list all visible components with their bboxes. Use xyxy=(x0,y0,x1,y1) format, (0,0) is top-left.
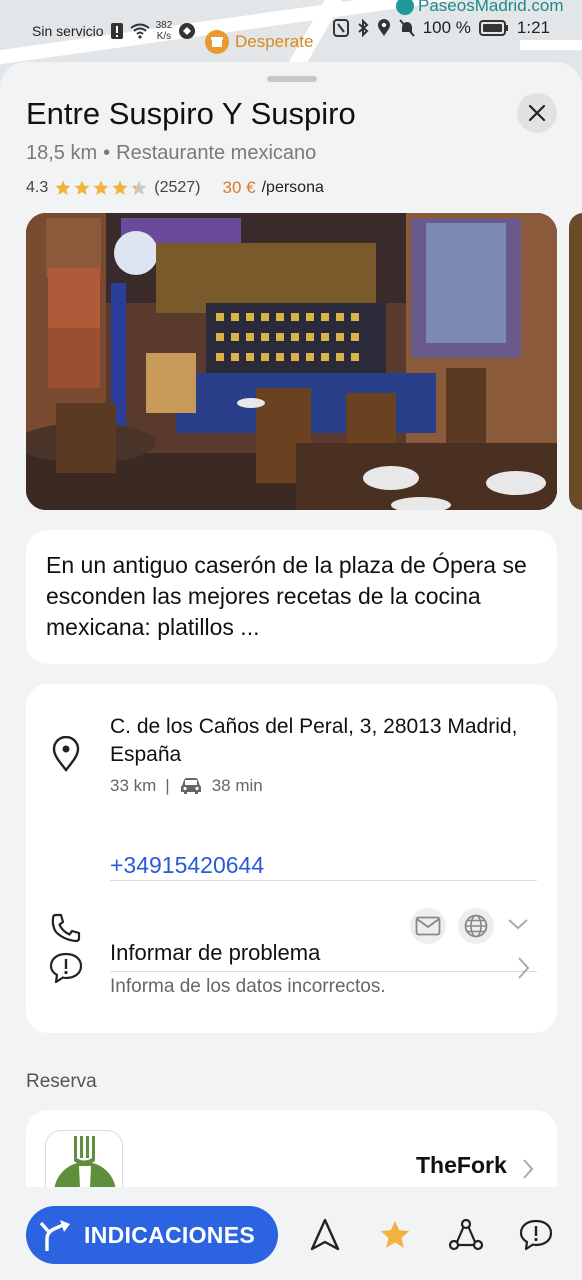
star-full-icon xyxy=(74,180,90,195)
sheet-drag-handle[interactable] xyxy=(267,76,317,82)
globe-icon xyxy=(464,914,488,938)
favorite-button[interactable] xyxy=(377,1217,413,1253)
route-icon xyxy=(448,1218,484,1251)
close-button[interactable] xyxy=(517,93,557,133)
sync-icon xyxy=(179,23,196,39)
description-text: En un antiguo caserón de la plaza de Ópe… xyxy=(46,552,527,640)
network-speed: 382 K/s xyxy=(155,20,173,42)
bluetooth-icon xyxy=(358,19,369,37)
mute-icon xyxy=(398,19,415,37)
star-full-icon xyxy=(93,180,109,195)
rating-row[interactable]: 4.3 (2527) 30 € /persona xyxy=(26,178,324,198)
place-category: Restaurante mexicano xyxy=(116,142,317,164)
chevron-right-icon xyxy=(522,1158,534,1185)
feedback-button[interactable] xyxy=(518,1217,554,1253)
address-distance: 33 km xyxy=(110,776,157,795)
mail-icon xyxy=(415,916,441,936)
place-title: Entre Suspiro Y Suspiro xyxy=(26,96,356,131)
sim-alert-icon xyxy=(110,23,123,39)
status-bar: Sin servicio 382 K/s 100 % 1:21 xyxy=(0,0,582,60)
navigate-button[interactable] xyxy=(307,1217,343,1253)
expand-contacts-button[interactable] xyxy=(507,917,529,936)
address-row[interactable]: C. de los Caños del Peral, 3, 28013 Madr… xyxy=(26,684,557,819)
description-card[interactable]: En un antiguo caserón de la plaza de Ópe… xyxy=(26,530,557,664)
star-full-icon xyxy=(55,180,71,195)
rating-stars xyxy=(54,179,148,197)
drive-time: 38 min xyxy=(211,776,263,795)
close-icon xyxy=(528,104,546,122)
reservation-section-label: Reserva xyxy=(26,1071,97,1092)
chevron-right-icon xyxy=(516,956,530,985)
price-unit: /persona xyxy=(261,179,324,196)
route-button[interactable] xyxy=(448,1217,484,1253)
phone-icon xyxy=(46,908,86,948)
star-icon xyxy=(380,1220,410,1248)
report-subtitle: Informa de los datos incorrectos. xyxy=(110,976,386,997)
directions-arrow-icon xyxy=(39,1220,70,1251)
provider-name: TheFork xyxy=(416,1152,507,1178)
carrier-text: Sin servicio xyxy=(32,23,104,39)
review-count: (2527) xyxy=(154,179,201,196)
location-status-icon xyxy=(377,19,390,36)
restaurant-photo-image xyxy=(26,213,557,510)
email-button[interactable] xyxy=(410,908,446,944)
clock: 1:21 xyxy=(516,18,550,37)
address-meta: 33 km | 38 min xyxy=(110,776,263,796)
phone-number-link[interactable]: +34915420644 xyxy=(110,852,264,879)
wifi-icon xyxy=(129,23,150,39)
directions-label: INDICACIONES xyxy=(84,1221,256,1248)
star-full-icon xyxy=(112,180,128,195)
car-icon xyxy=(180,778,201,794)
subtitle-separator: • xyxy=(103,142,111,164)
meta-separator: | xyxy=(165,776,170,795)
navigate-arrow-icon xyxy=(310,1218,340,1251)
nfc-icon xyxy=(332,19,349,37)
address-text: C. de los Caños del Peral, 3, 28013 Madr… xyxy=(110,715,518,766)
bottom-action-bar: INDICACIONES xyxy=(0,1187,582,1280)
place-photo[interactable] xyxy=(26,213,557,510)
star-partial-icon xyxy=(131,180,147,195)
price-value: 30 € xyxy=(222,178,256,197)
place-subtitle: 18,5 km • Restaurante mexicano xyxy=(26,142,316,165)
location-pin-icon xyxy=(46,734,86,774)
chevron-down-icon xyxy=(508,919,528,930)
info-card: C. de los Caños del Peral, 3, 28013 Madr… xyxy=(26,684,557,1033)
rating-value: 4.3 xyxy=(26,179,49,196)
website-button[interactable] xyxy=(458,908,494,944)
place-distance: 18,5 km xyxy=(26,142,98,164)
report-bubble-icon xyxy=(46,948,86,988)
report-title: Informar de problema xyxy=(110,940,321,965)
place-photo-next[interactable] xyxy=(569,213,582,510)
battery-percent: 100 % xyxy=(422,18,471,37)
place-sheet: Entre Suspiro Y Suspiro 18,5 km • Restau… xyxy=(0,62,582,1280)
feedback-icon xyxy=(519,1219,553,1251)
battery-icon xyxy=(478,20,508,36)
directions-button[interactable]: INDICACIONES xyxy=(26,1206,278,1264)
